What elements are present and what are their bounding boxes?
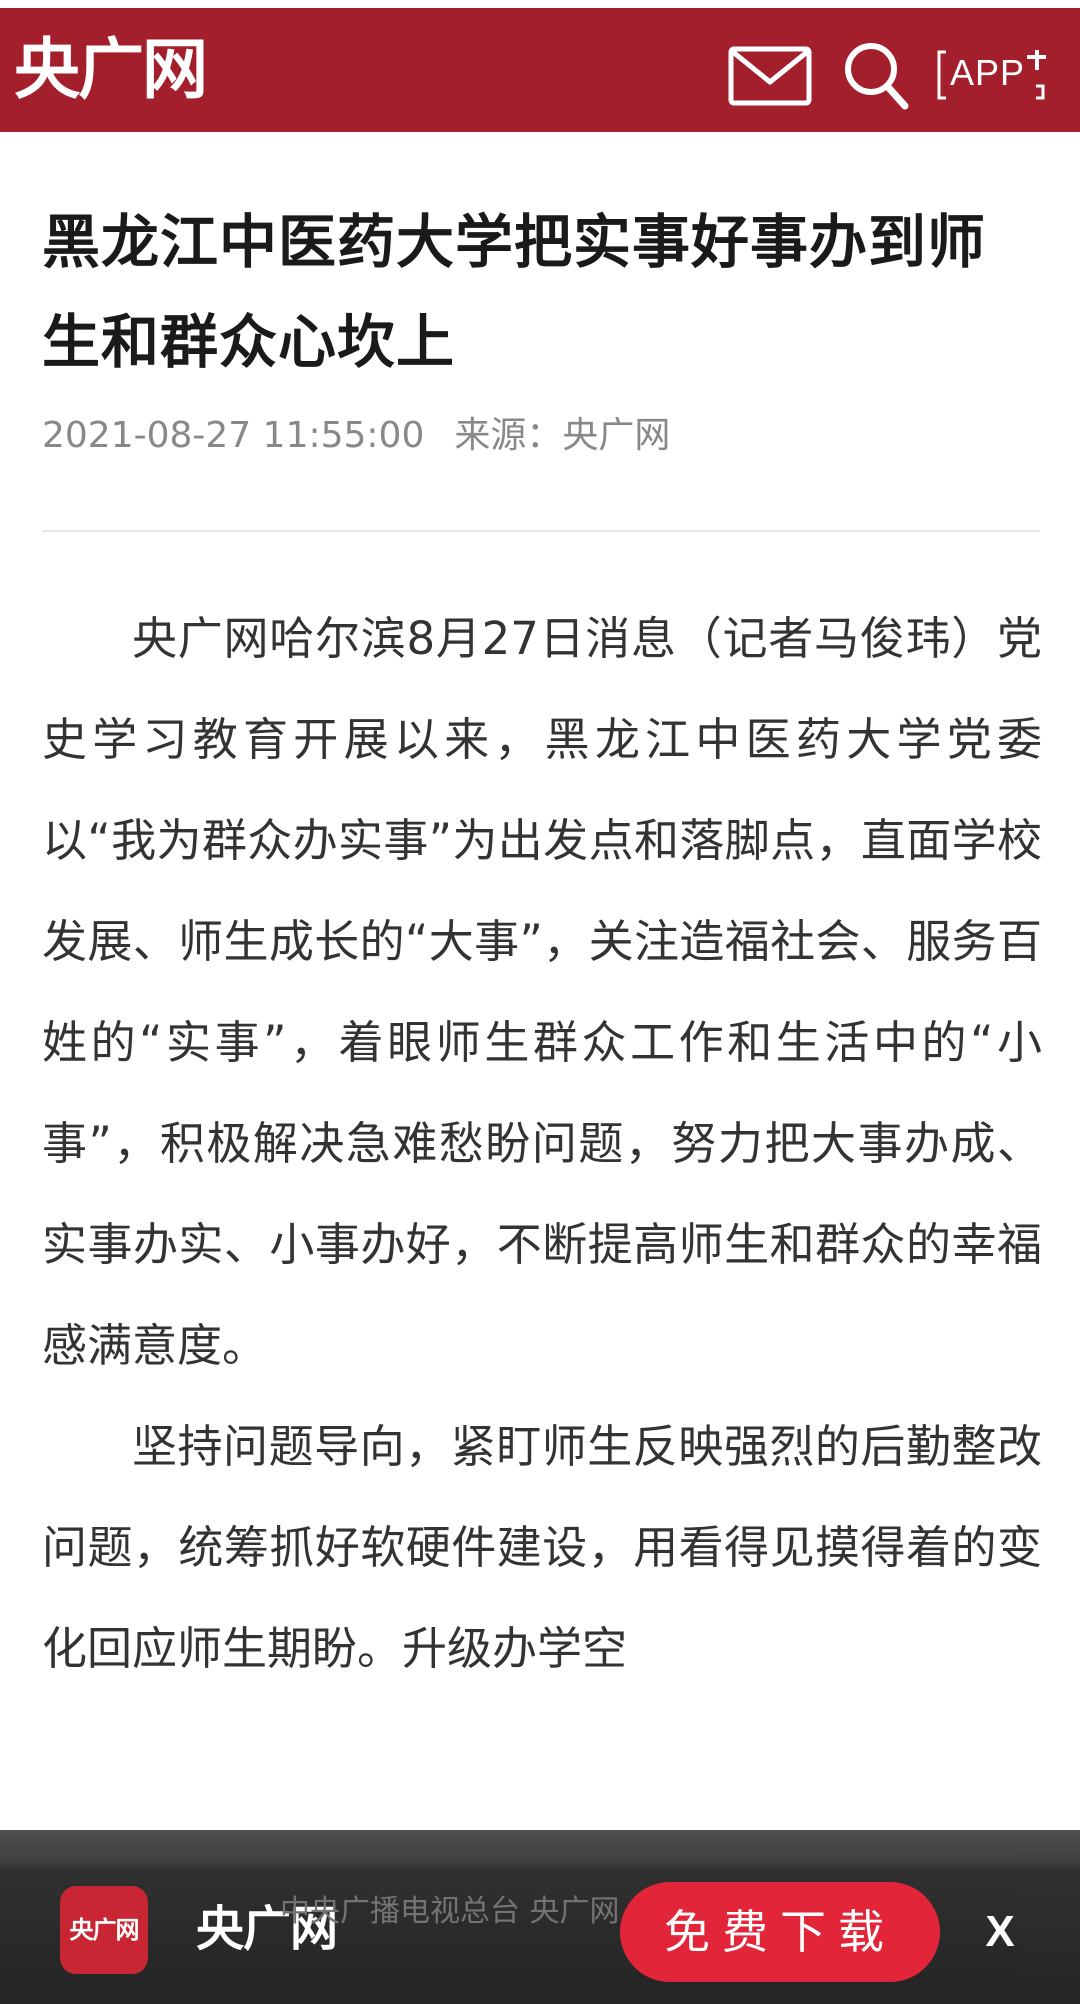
article-paragraph: 央广网哈尔滨8月27日消息（记者马俊玮）党史学习教育开展以来，黑龙江中医药大学党… — [42, 612, 1042, 1372]
mail-icon[interactable] — [728, 46, 812, 106]
site-logo[interactable]: 央广网 — [14, 30, 208, 110]
source-name: 央广网 — [562, 415, 671, 456]
search-icon[interactable] — [842, 40, 910, 112]
top-header: 央广网 APP — [0, 0, 1080, 132]
banner-caption: 中央广播电视总台 央广网 — [280, 1894, 620, 1929]
source-label: 来源： — [454, 415, 563, 456]
publish-datetime: 2021-08-27 11:55:00 — [42, 415, 425, 456]
article-paragraph: 坚持问题导向，紧盯师生反映强烈的后勤整改问题，统筹抓好软硬件建设，用看得见摸得着… — [42, 1420, 1042, 1675]
app-logo-icon-text: 央广网 — [69, 1916, 140, 1944]
close-banner-button[interactable]: X — [972, 1900, 1028, 1964]
article-meta: 2021-08-27 11:55:00 来源：央广网 — [42, 408, 670, 464]
app-download-link[interactable]: APP — [936, 46, 1046, 104]
article-title: 黑龙江中医药大学把实事好事办到师生和群众心坎上 — [42, 208, 987, 376]
article-body: 央广网哈尔滨8月27日消息（记者马俊玮）党史学习教育开展以来，黑龙江中医药大学党… — [42, 588, 1042, 1699]
meta-divider — [42, 530, 1040, 532]
download-banner: 央广网 央广网 中央广播电视总台 央广网 免费下载 X — [0, 1830, 1080, 2004]
app-logo-icon: 央广网 — [60, 1886, 148, 1974]
app-label: APP — [950, 52, 1026, 93]
free-download-button[interactable]: 免费下载 — [620, 1882, 940, 1982]
